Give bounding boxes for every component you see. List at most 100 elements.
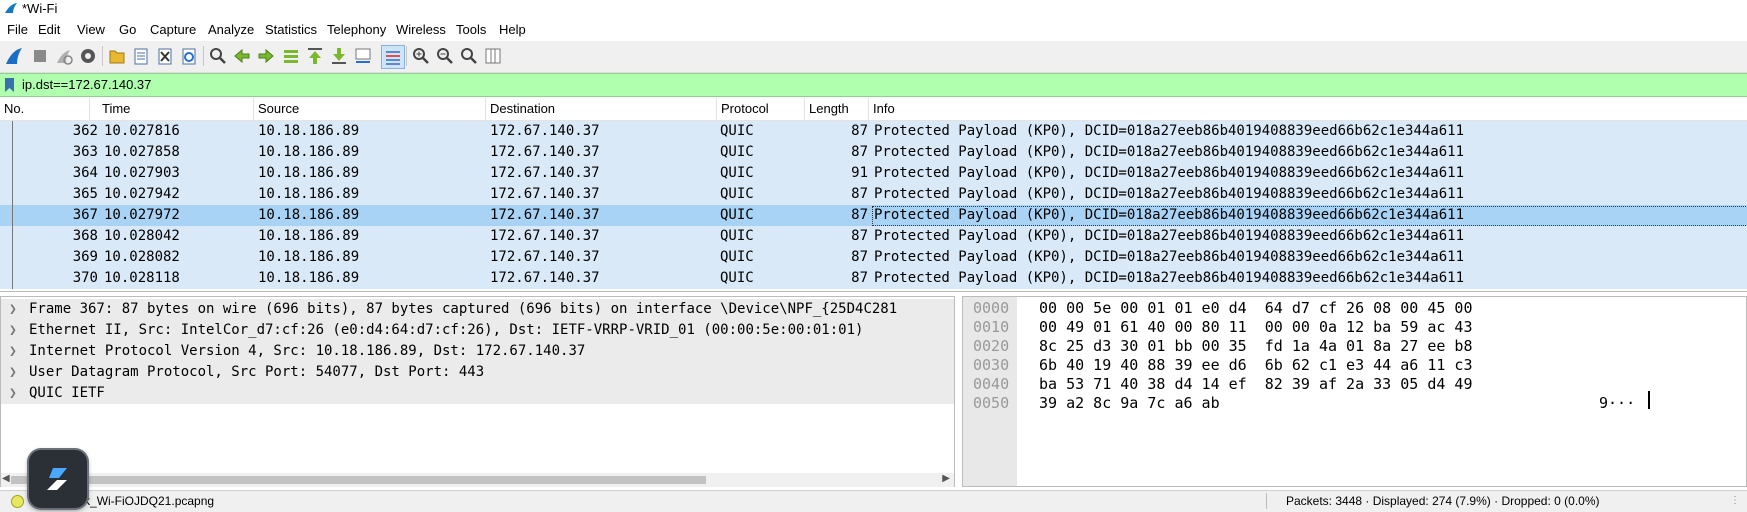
packet-row-selected[interactable]: 367 10.027972 10.18.186.89 172.67.140.37…: [0, 205, 1747, 226]
packet-row[interactable]: 368 10.028042 10.18.186.89 172.67.140.37…: [0, 226, 1747, 247]
byte-offset: 0040: [973, 375, 1010, 393]
packet-destination: 172.67.140.37: [490, 228, 600, 244]
column-header-destination[interactable]: Destination: [486, 98, 717, 120]
restart-capture-icon[interactable]: [53, 45, 75, 67]
auto-scroll-icon[interactable]: [352, 45, 374, 67]
shark-fin-start-icon[interactable]: [3, 45, 25, 67]
menu-tools[interactable]: Tools: [456, 22, 486, 37]
bytes-row[interactable]: 0030 6b 40 19 40 88 39 ee d6 6b 62 c1 e3…: [963, 355, 1472, 376]
column-header-protocol[interactable]: Protocol: [717, 98, 805, 120]
byte-hex[interactable]: 8c 25 d3 30 01 bb 00 35 fd 1a 4a 01 8a 2…: [1039, 336, 1472, 357]
colorize-icon[interactable]: [381, 45, 405, 69]
packet-no: 362: [72, 123, 98, 139]
byte-hex[interactable]: ba 53 71 40 38 d4 14 ef 82 39 af 2a 33 0…: [1039, 374, 1472, 395]
expand-arrow-icon[interactable]: ❯: [9, 341, 17, 362]
packet-info: Protected Payload (KP0), DCID=018a27eeb8…: [874, 207, 1465, 223]
column-header-source[interactable]: Source: [254, 98, 486, 120]
zoom-in-icon[interactable]: [410, 45, 432, 67]
bytes-row[interactable]: 0010 00 49 01 61 40 00 80 11 00 00 0a 12…: [963, 317, 1472, 338]
scrollbar-thumb[interactable]: [11, 476, 706, 484]
go-to-packet-icon[interactable]: [280, 45, 302, 67]
expert-info-icon[interactable]: [11, 495, 24, 508]
byte-hex[interactable]: 00 49 01 61 40 00 80 11 00 00 0a 12 ba 5…: [1039, 317, 1472, 338]
packet-row[interactable]: 362 10.027816 10.18.186.89 172.67.140.37…: [0, 121, 1747, 142]
menu-bar: File Edit View Go Capture Analyze Statis…: [0, 19, 1747, 41]
zoom-normal-icon[interactable]: [458, 45, 480, 67]
go-back-icon[interactable]: [231, 45, 253, 67]
save-file-icon[interactable]: [130, 45, 152, 67]
bytes-row[interactable]: 0000 00 00 5e 00 01 01 e0 d4 64 d7 cf 26…: [963, 298, 1472, 319]
menu-go[interactable]: Go: [119, 22, 136, 37]
packet-bytes-pane: 0000 00 00 5e 00 01 01 e0 d4 64 d7 cf 26…: [962, 296, 1747, 487]
byte-hex[interactable]: 39 a2 8c 9a 7c a6 ab: [1039, 393, 1220, 414]
packet-no: 364: [72, 165, 98, 181]
menu-statistics[interactable]: Statistics: [265, 22, 317, 37]
text-cursor: [1648, 391, 1650, 409]
menu-telephony[interactable]: Telephony: [327, 22, 386, 37]
menu-analyze[interactable]: Analyze: [208, 22, 254, 37]
menu-view[interactable]: View: [77, 22, 105, 37]
detail-tree-item-frame[interactable]: ❯ Frame 367: 87 bytes on wire (696 bits)…: [1, 299, 954, 320]
menu-capture[interactable]: Capture: [150, 22, 196, 37]
packet-protocol: QUIC: [720, 249, 754, 265]
resize-grip-icon[interactable]: ⋮: [1730, 495, 1740, 506]
menu-edit[interactable]: Edit: [38, 22, 60, 37]
packet-protocol: QUIC: [720, 228, 754, 244]
packet-time: 10.028118: [104, 270, 180, 286]
menu-wireless[interactable]: Wireless: [396, 22, 446, 37]
expand-arrow-icon[interactable]: ❯: [9, 362, 17, 383]
packet-length: 87: [851, 186, 868, 202]
expand-arrow-icon[interactable]: ❯: [9, 383, 17, 404]
app-launcher-icon[interactable]: [29, 450, 87, 508]
column-header-no[interactable]: No.: [0, 98, 90, 120]
expand-arrow-icon[interactable]: ❯: [9, 320, 17, 341]
bytes-row[interactable]: 0050 39 a2 8c 9a 7c a6 ab 9···: [963, 393, 1635, 414]
detail-item-label: User Datagram Protocol, Src Port: 54077,…: [29, 364, 485, 380]
title-bar: *Wi-Fi: [0, 0, 1747, 18]
detail-tree-item-udp[interactable]: ❯ User Datagram Protocol, Src Port: 5407…: [1, 362, 954, 383]
go-forward-icon[interactable]: [255, 45, 277, 67]
packet-row[interactable]: 364 10.027903 10.18.186.89 172.67.140.37…: [0, 163, 1747, 184]
byte-offset: 0020: [973, 337, 1010, 355]
packet-list-header: No. Time Source Destination Protocol Len…: [0, 98, 1747, 121]
open-file-icon[interactable]: [106, 45, 128, 67]
packet-row[interactable]: 369 10.028082 10.18.186.89 172.67.140.37…: [0, 247, 1747, 268]
detail-item-label: QUIC IETF: [29, 385, 105, 401]
packet-length: 87: [851, 249, 868, 265]
byte-hex[interactable]: 00 00 5e 00 01 01 e0 d4 64 d7 cf 26 08 0…: [1039, 298, 1472, 319]
byte-hex[interactable]: 6b 40 19 40 88 39 ee d6 6b 62 c1 e3 44 a…: [1039, 355, 1472, 376]
packet-no: 370: [72, 270, 98, 286]
close-file-icon[interactable]: [154, 45, 176, 67]
menu-file[interactable]: File: [7, 22, 28, 37]
detail-tree-item-quic[interactable]: ❯ QUIC IETF: [1, 383, 954, 404]
column-header-length[interactable]: Length: [805, 98, 869, 120]
display-filter-input[interactable]: [22, 75, 1722, 93]
expand-arrow-icon[interactable]: ❯: [9, 299, 17, 320]
packet-destination: 172.67.140.37: [490, 123, 600, 139]
go-last-icon[interactable]: [328, 45, 350, 67]
bookmark-icon[interactable]: [3, 77, 16, 93]
packet-source: 10.18.186.89: [258, 270, 360, 286]
scroll-right-icon[interactable]: ▶: [942, 473, 950, 484]
bytes-row[interactable]: 0020 8c 25 d3 30 01 bb 00 35 fd 1a 4a 01…: [963, 336, 1472, 357]
zoom-out-icon[interactable]: [434, 45, 456, 67]
detail-tree-item-ethernet[interactable]: ❯ Ethernet II, Src: IntelCor_d7:cf:26 (e…: [1, 320, 954, 341]
reload-file-icon[interactable]: [178, 45, 200, 67]
packet-info: Protected Payload (KP0), DCID=018a27eeb8…: [874, 144, 1465, 160]
detail-tree-item-ipv4[interactable]: ❯ Internet Protocol Version 4, Src: 10.1…: [1, 341, 954, 362]
column-header-info[interactable]: Info: [869, 98, 1747, 120]
horizontal-scrollbar[interactable]: ◀ ▶: [1, 473, 954, 487]
find-packet-icon[interactable]: [207, 45, 229, 67]
packet-row[interactable]: 365 10.027942 10.18.186.89 172.67.140.37…: [0, 184, 1747, 205]
column-header-time[interactable]: Time: [98, 98, 254, 120]
bytes-row[interactable]: 0040 ba 53 71 40 38 d4 14 ef 82 39 af 2a…: [963, 374, 1472, 395]
scroll-left-icon[interactable]: ◀: [2, 473, 10, 484]
capture-options-icon[interactable]: [77, 45, 99, 67]
menu-help[interactable]: Help: [499, 22, 526, 37]
resize-columns-icon[interactable]: [482, 45, 504, 67]
stop-capture-icon[interactable]: [29, 45, 51, 67]
go-first-icon[interactable]: [304, 45, 326, 67]
packet-row[interactable]: 370 10.028118 10.18.186.89 172.67.140.37…: [0, 268, 1747, 289]
packet-row[interactable]: 363 10.027858 10.18.186.89 172.67.140.37…: [0, 142, 1747, 163]
byte-ascii[interactable]: 9···: [1599, 393, 1635, 414]
